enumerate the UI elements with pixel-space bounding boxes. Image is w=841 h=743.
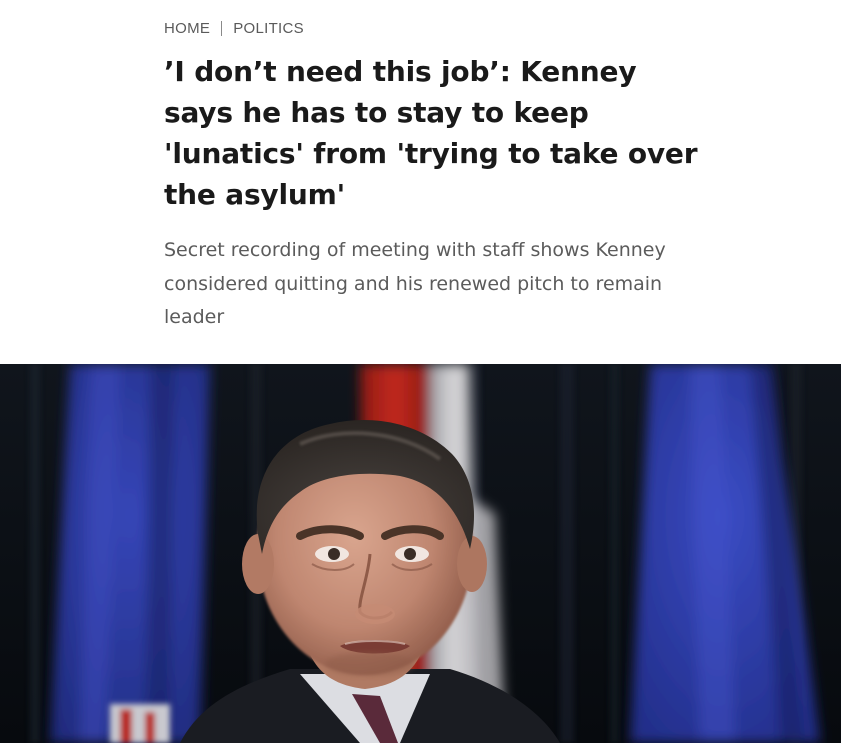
article-subhead: Secret recording of meeting with staff s… [164, 239, 666, 328]
breadcrumb-separator [221, 21, 223, 36]
hero-image [0, 364, 841, 743]
breadcrumb: HOME POLITICS [164, 20, 304, 37]
article-headline: ’I don’t need this job’: Kenney says he … [164, 55, 698, 211]
hero-photo [0, 364, 841, 743]
breadcrumb-home-link[interactable]: HOME [164, 20, 210, 37]
article-page: HOME POLITICS ’I don’t need this job’: K… [0, 0, 841, 743]
left-flag [50, 364, 210, 743]
breadcrumb-politics-link[interactable]: POLITICS [233, 20, 304, 37]
